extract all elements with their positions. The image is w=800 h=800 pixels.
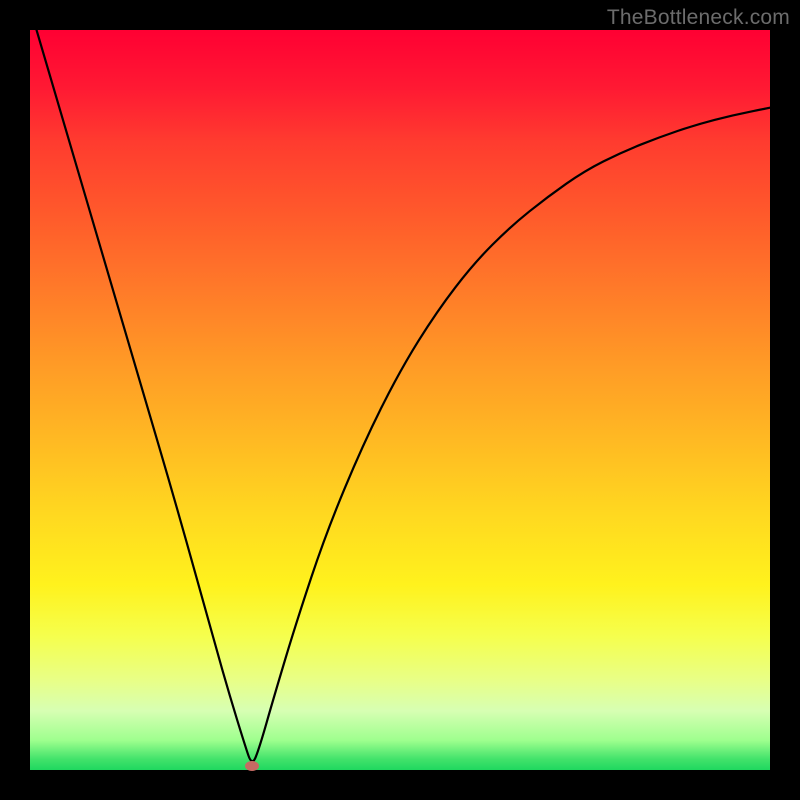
plot-background-gradient (30, 30, 770, 770)
chart-frame: TheBottleneck.com (0, 0, 800, 800)
watermark-text: TheBottleneck.com (607, 6, 790, 30)
bottleneck-curve (30, 30, 770, 770)
minimum-marker (245, 761, 259, 771)
